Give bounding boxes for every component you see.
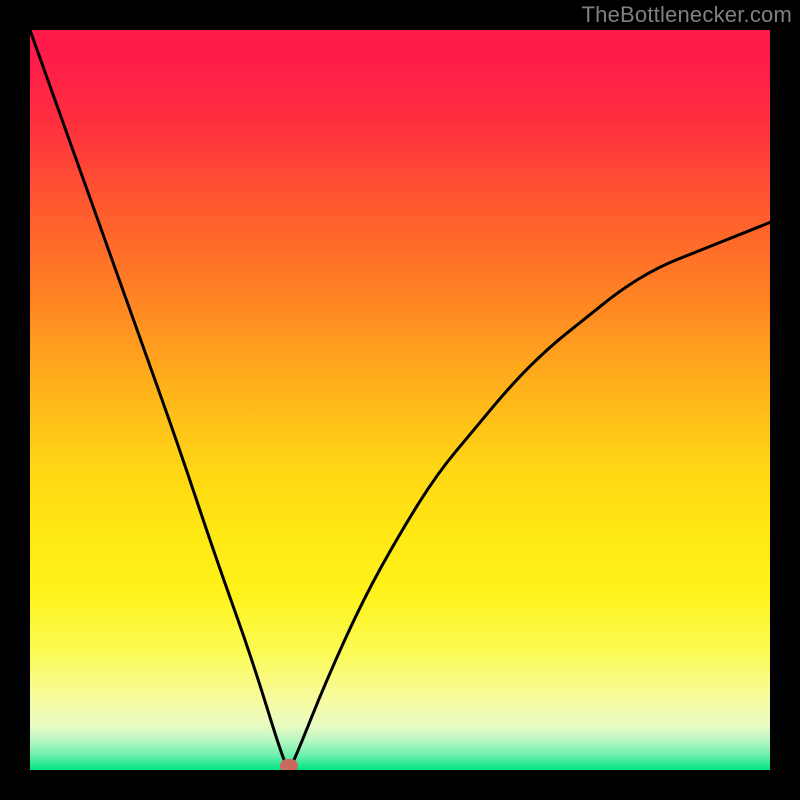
minimum-marker [280, 759, 298, 770]
attribution-text: TheBottlenecker.com [582, 2, 792, 28]
curve-svg [30, 30, 770, 770]
plot-area [30, 30, 770, 770]
bottleneck-curve [30, 30, 770, 766]
